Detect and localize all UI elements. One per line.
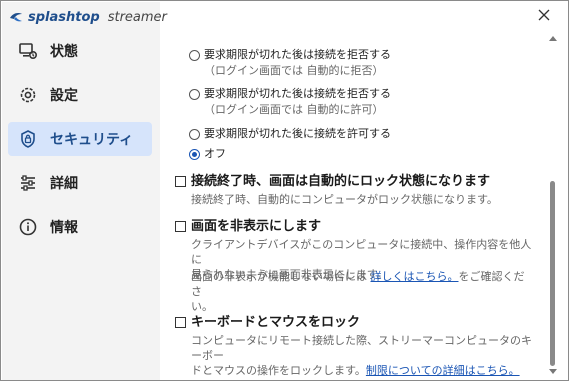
lock-on-end-checkbox[interactable] xyxy=(175,176,186,187)
radio-button-selected[interactable] xyxy=(189,149,200,160)
lock-kb-mouse-desc-line1: コンピュータにリモート接続した際、ストリーマーコンピュータのキーボー xyxy=(191,334,532,362)
radio-button[interactable] xyxy=(189,89,200,100)
sidebar-nav: 状態 設定 セキュリティ 詳細 情報 xyxy=(8,34,152,254)
vertical-scrollbar[interactable] xyxy=(546,31,560,380)
sidebar-item-security[interactable]: セキュリティ xyxy=(8,122,152,156)
lock-kb-mouse-checkbox[interactable] xyxy=(175,317,186,328)
sidebar-item-info[interactable]: 情報 xyxy=(8,210,152,244)
lock-on-end-desc: 接続終了時、自動的にコンピュータがロック状態になります。 xyxy=(191,193,498,206)
sidebar-item-label: セキュリティ xyxy=(50,132,134,148)
gear-icon xyxy=(18,85,38,105)
brand-logo: splashtop streamer xyxy=(8,8,167,26)
radio-label: 要求期限が切れた後は接続を拒否する xyxy=(204,48,391,61)
hide-screen-checkbox-row[interactable]: 画面を非表示にします xyxy=(175,218,321,235)
scrollbar-thumb[interactable] xyxy=(550,181,555,366)
sliders-icon xyxy=(18,173,38,193)
hide-screen-note: 画面の非表示が機能しない場合には 詳しくはこちら。をご確認くださ い。 xyxy=(191,269,533,314)
hide-screen-title: 画面を非表示にします xyxy=(191,219,322,234)
radio-sublabel: （ログイン画面では 自動的に拒否） xyxy=(204,64,384,77)
lock-kb-mouse-desc: コンピュータにリモート接続した際、ストリーマーコンピュータのキーボー ドとマウス… xyxy=(191,333,533,378)
splashtop-logo-icon xyxy=(10,13,22,22)
hide-screen-checkbox[interactable] xyxy=(175,221,186,232)
sidebar-item-label: 詳細 xyxy=(50,176,78,192)
monitor-status-icon xyxy=(18,41,38,61)
radio-label: オフ xyxy=(204,147,226,160)
radio-sublabel: （ログイン画面では 自動的に許可） xyxy=(204,103,384,116)
sidebar-item-status[interactable]: 状態 xyxy=(8,34,152,68)
lock-kb-mouse-desc-line2: ドとマウスの操作をロックします。 xyxy=(191,364,366,377)
radio-option-off[interactable]: オフ xyxy=(189,146,226,162)
scroll-up-arrow-icon[interactable] xyxy=(549,35,557,41)
hide-screen-details-link[interactable]: 詳しくはこちら。 xyxy=(371,270,459,283)
sidebar-item-settings[interactable]: 設定 xyxy=(8,78,152,112)
security-settings-panel: 要求期限が切れた後は接続を拒否する （ログイン画面では 自動的に拒否） 要求期限… xyxy=(161,31,545,380)
sidebar: splashtop streamer 状態 設定 セキュリティ 詳細 情報 xyxy=(2,2,167,380)
radio-button[interactable] xyxy=(189,50,200,61)
radio-label: 要求期限が切れた後は接続を拒否する xyxy=(204,87,391,100)
info-icon xyxy=(18,217,38,237)
brand-secondary: streamer xyxy=(107,9,167,25)
hide-screen-note-prefix: 画面の非表示が機能しない場合には xyxy=(191,270,371,283)
app-window: splashtop streamer 状態 設定 セキュリティ 詳細 情報 要求… xyxy=(0,0,569,381)
hide-screen-desc-line1: クライアントデバイスがこのコンピュータに接続中、操作内容を他人に xyxy=(191,238,532,266)
radio-option-deny-deny[interactable]: 要求期限が切れた後は接続を拒否する （ログイン画面では 自動的に拒否） xyxy=(189,47,391,79)
hide-screen-note-line2: い。 xyxy=(191,300,213,313)
sidebar-item-label: 情報 xyxy=(50,220,78,236)
lock-kb-mouse-title: キーボードとマウスをロック xyxy=(191,315,361,330)
lock-on-end-title: 接続終了時、画面は自動的にロック状態になります xyxy=(191,174,491,189)
sidebar-item-details[interactable]: 詳細 xyxy=(8,166,152,200)
radio-label: 要求期限が切れた後に接続を許可する xyxy=(204,127,391,140)
radio-option-deny-allow[interactable]: 要求期限が切れた後は接続を拒否する （ログイン画面では 自動的に許可） xyxy=(189,86,391,118)
close-icon[interactable] xyxy=(536,7,552,23)
radio-button[interactable] xyxy=(189,129,200,140)
radio-option-allow[interactable]: 要求期限が切れた後に接続を許可する xyxy=(189,126,391,142)
brand-primary: splashtop xyxy=(28,9,100,25)
sidebar-item-label: 設定 xyxy=(50,88,78,104)
scroll-down-arrow-icon[interactable] xyxy=(549,369,557,375)
lock-kb-mouse-checkbox-row[interactable]: キーボードとマウスをロック xyxy=(175,314,360,331)
lock-icon xyxy=(18,129,38,149)
sidebar-item-label: 状態 xyxy=(50,44,78,60)
restriction-details-link[interactable]: 制限についての詳細はこちら。 xyxy=(366,364,520,377)
lock-on-end-checkbox-row[interactable]: 接続終了時、画面は自動的にロック状態になります xyxy=(175,173,490,190)
